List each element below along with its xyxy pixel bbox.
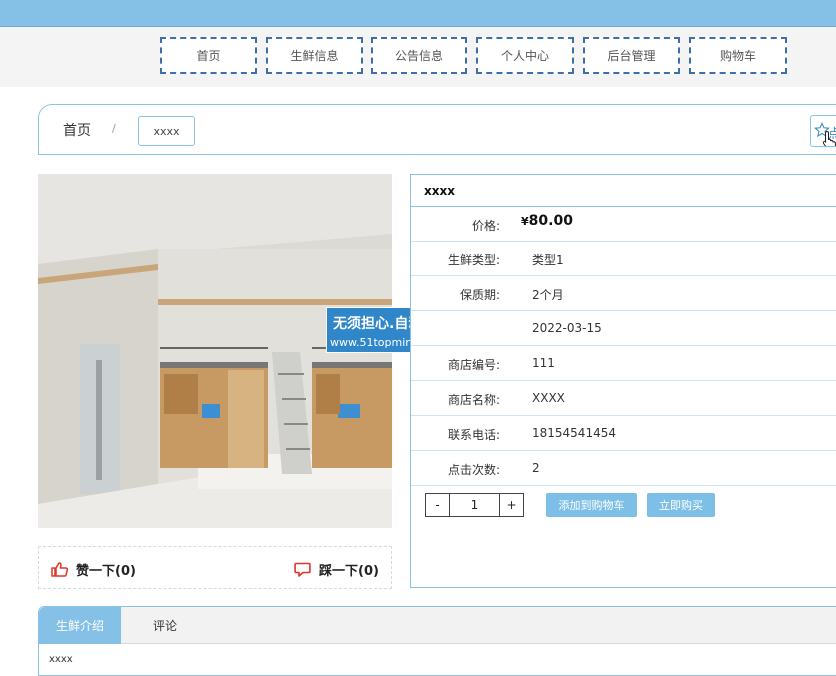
nav-cart[interactable]: 购物车 — [689, 37, 787, 74]
dislike-label: 踩一下(0) — [319, 564, 379, 579]
favorite-button[interactable]: 点 — [810, 115, 836, 147]
breadcrumb-home[interactable]: 首页 — [63, 120, 91, 140]
like-button[interactable]: 赞一下(0) — [51, 560, 136, 579]
nav-fresh-info[interactable]: 生鲜信息 — [266, 37, 363, 74]
buy-now-button[interactable]: 立即购买 — [647, 493, 715, 517]
info-row: 联系电话: 18154541454 — [411, 416, 836, 451]
nav-announcements[interactable]: 公告信息 — [371, 37, 467, 74]
price-row: 价格: ¥80.00 — [411, 207, 836, 242]
breadcrumb-current[interactable]: xxxx — [138, 116, 195, 146]
tab-content-text: xxxx — [49, 654, 73, 665]
nav-admin[interactable]: 后台管理 — [583, 37, 680, 74]
dislike-button[interactable]: 踩一下(0) — [294, 560, 379, 579]
field-value: 2 — [532, 461, 540, 475]
main-nav: 首页 生鲜信息 公告信息 个人中心 后台管理 购物车 — [0, 27, 836, 87]
info-row: 点击次数: 2 — [411, 451, 836, 486]
add-to-cart-button[interactable]: 添加到购物车 — [546, 493, 637, 517]
info-row: 商店编号: 111 — [411, 346, 836, 381]
price-label: 价格: — [471, 219, 500, 233]
quantity-input[interactable]: 1 — [450, 494, 500, 516]
product-info-panel: xxxx 价格: ¥80.00 生鲜类型: 类型1 保质期: 2个月 2022-… — [410, 174, 836, 588]
field-label: 生鲜类型: — [447, 253, 500, 267]
field-label: 商店编号: — [447, 358, 500, 372]
comment-icon — [294, 562, 311, 577]
field-label: 商店名称: — [447, 393, 500, 407]
quantity-increase-button[interactable]: + — [500, 494, 523, 516]
breadcrumb: 首页 / xxxx 点 — [38, 104, 836, 155]
nav-personal-center[interactable]: 个人中心 — [476, 37, 574, 74]
tab-comments[interactable]: 评论 — [135, 607, 195, 644]
field-label: 联系电话: — [447, 428, 500, 442]
field-value: 类型1 — [532, 253, 564, 267]
quantity-stepper: - 1 + — [425, 493, 524, 517]
currency-symbol: ¥ — [521, 215, 529, 228]
field-value: 18154541454 — [532, 426, 616, 440]
field-value: 2个月 — [532, 288, 564, 302]
info-row: 商店名称: XXXX — [411, 381, 836, 416]
like-label: 赞一下(0) — [76, 564, 136, 579]
tabs-bar: 生鲜介绍 评论 — [39, 607, 836, 644]
field-value: 111 — [532, 356, 555, 370]
info-row: 2022-03-15 — [411, 311, 836, 346]
info-row: 生鲜类型: 类型1 — [411, 241, 836, 276]
field-label: 点击次数: — [447, 463, 500, 477]
detail-tabs: 生鲜介绍 评论 xxxx — [38, 606, 836, 676]
field-label: 保质期: — [459, 288, 500, 302]
top-banner — [0, 0, 836, 27]
price-value: ¥80.00 — [521, 213, 573, 229]
quantity-decrease-button[interactable]: - — [426, 494, 450, 516]
tab-introduction[interactable]: 生鲜介绍 — [39, 607, 121, 644]
breadcrumb-separator: / — [112, 122, 116, 135]
vote-panel: 赞一下(0) 踩一下(0) — [38, 546, 392, 589]
field-value: 2022-03-15 — [532, 321, 602, 335]
field-value: XXXX — [532, 391, 565, 405]
nav-home[interactable]: 首页 — [160, 37, 257, 74]
thumbs-up-icon — [51, 562, 68, 577]
info-row: 保质期: 2个月 — [411, 276, 836, 311]
price-amount: 80.00 — [528, 213, 573, 229]
product-title: xxxx — [424, 184, 455, 198]
hand-cursor-icon — [822, 130, 836, 146]
